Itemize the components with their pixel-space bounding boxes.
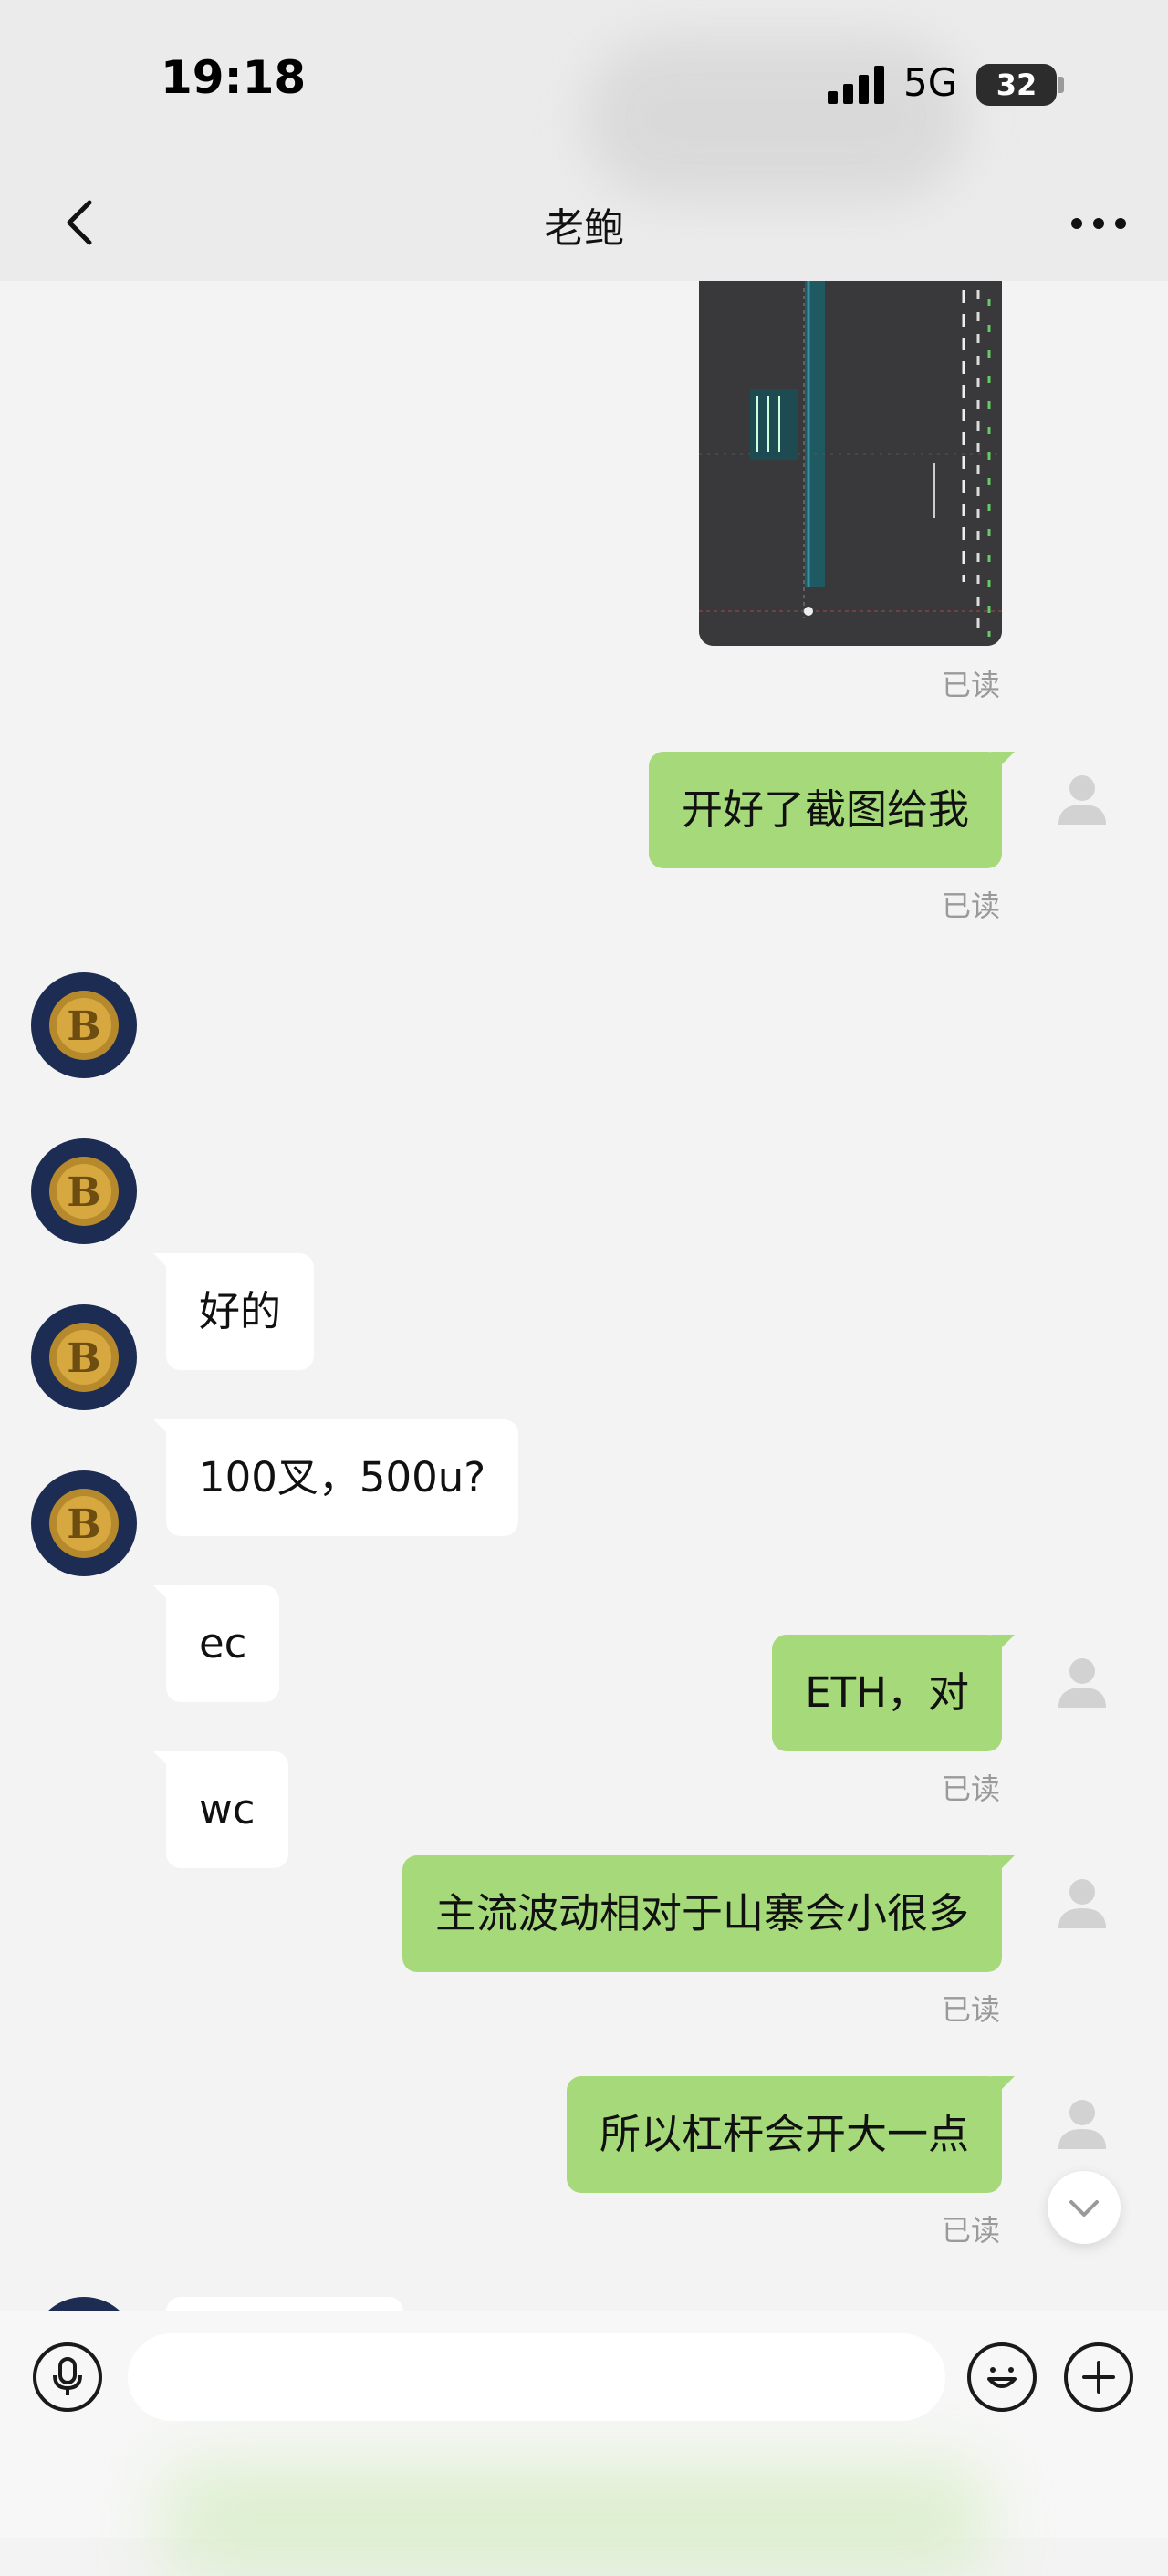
chart-screenshot-image[interactable] [699, 281, 1002, 646]
message-bubble-incoming[interactable]: 100叉，500u? [152, 1419, 519, 1536]
message-bubble-outgoing[interactable]: ETH，对 [772, 1635, 1015, 1751]
scroll-to-bottom-button[interactable] [1048, 2171, 1121, 2244]
message-bubble-outgoing[interactable]: 所以杠杆会开大一点 [566, 2076, 1016, 2193]
message-bubble-incoming[interactable]: ec [152, 1585, 280, 1702]
emoji-icon [987, 2367, 1017, 2388]
default-user-avatar[interactable] [1049, 768, 1115, 834]
bitcoin-avatar[interactable]: B [31, 1304, 137, 1410]
battery-icon: 32 [976, 64, 1057, 106]
svg-text:B: B [67, 1169, 100, 1216]
bitcoin-avatar[interactable] [31, 2297, 137, 2311]
plus-button[interactable] [1064, 2342, 1133, 2412]
default-user-avatar[interactable] [1049, 1872, 1115, 1937]
bottom-glow [164, 2467, 986, 2576]
voice-icon [53, 2357, 82, 2395]
svg-text:B: B [67, 1501, 100, 1548]
bitcoin-avatar[interactable]: B [31, 1138, 137, 1244]
message-bubble-incoming[interactable]: 好的 [152, 1253, 315, 1370]
default-user-avatar[interactable] [1049, 1651, 1115, 1717]
default-user-avatar[interactable] [1049, 2093, 1115, 2158]
read-status: 已读 [942, 2213, 1001, 2248]
plus-icon [1082, 2361, 1115, 2394]
read-status: 已读 [942, 888, 1001, 923]
message-input[interactable] [128, 2333, 945, 2421]
read-status: 已读 [942, 1771, 1001, 1806]
chat-title: 老鲍 [544, 205, 624, 252]
message-bubble-incoming-partial[interactable] [166, 2297, 403, 2311]
message-bubble-outgoing[interactable]: 主流波动相对于山寨会小很多 [402, 1855, 1016, 1972]
message-bubble-incoming[interactable]: wc [153, 1751, 288, 1868]
chevron-down-icon [1069, 2200, 1099, 2217]
more-icon[interactable] [1069, 213, 1128, 232]
read-status: 已读 [942, 1992, 1001, 2027]
message-list[interactable]: 已读 开好了截图给我 已读 B 好的 B 100叉，500u? B ec B w… [0, 281, 1168, 2311]
status-time: 19:18 [161, 51, 307, 104]
voice-button[interactable] [33, 2342, 102, 2412]
top-bar: 19:18 5G 32 老鲍 [0, 0, 1168, 281]
bitcoin-avatar[interactable]: B [31, 972, 137, 1078]
network-type: 5G [903, 60, 958, 105]
read-status: 已读 [942, 668, 1001, 702]
svg-text:B: B [67, 1003, 100, 1050]
message-bubble-outgoing[interactable]: 开好了截图给我 [648, 752, 1016, 868]
bitcoin-avatar[interactable]: B [31, 1470, 137, 1576]
emoji-button[interactable] [967, 2342, 1037, 2412]
input-bar [0, 2311, 1168, 2576]
signal-icon [828, 64, 886, 104]
battery-tip [1058, 77, 1064, 93]
battery-level: 32 [996, 68, 1038, 102]
svg-text:B: B [67, 1335, 100, 1382]
